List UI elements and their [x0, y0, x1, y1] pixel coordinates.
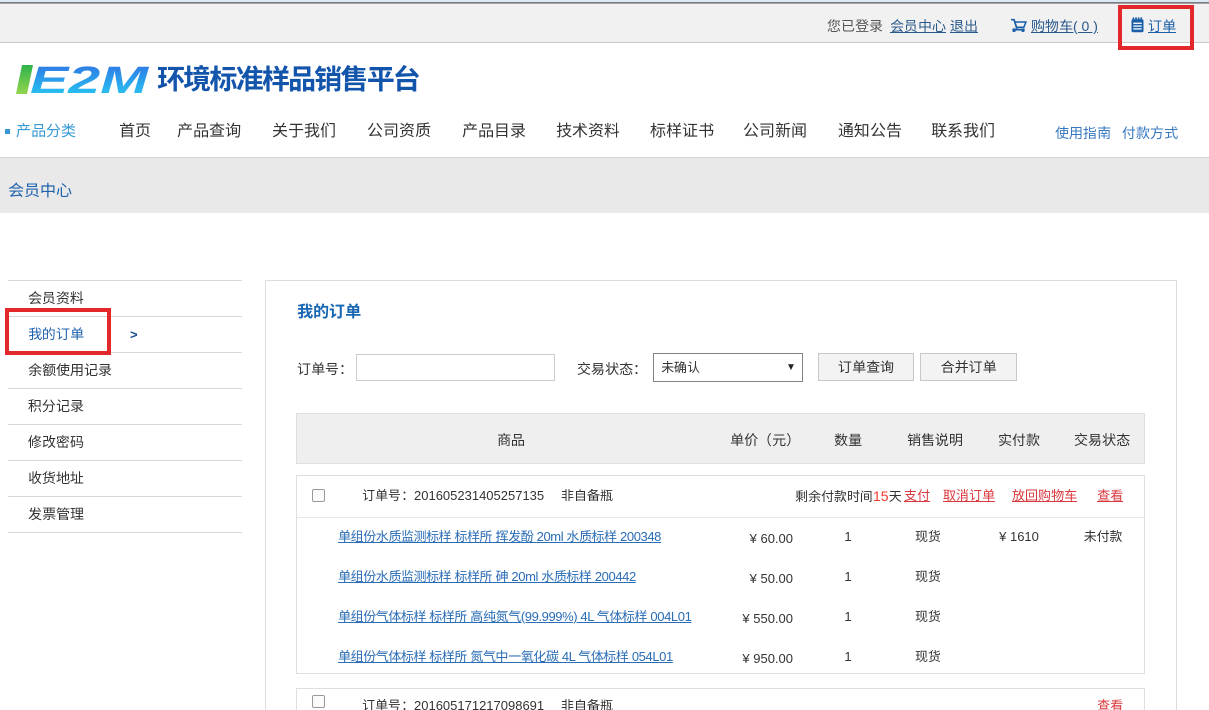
svg-text:E2M: E2M	[30, 60, 150, 96]
